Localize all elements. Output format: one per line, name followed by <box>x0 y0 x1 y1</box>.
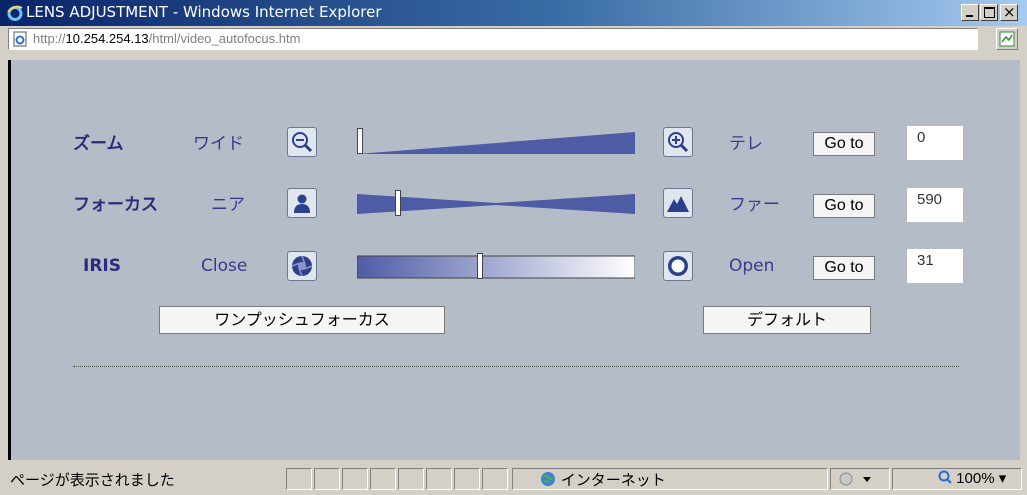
focus-label: フォーカス <box>73 195 158 215</box>
zoom-slider-thumb[interactable] <box>357 128 363 154</box>
aperture-closed-icon <box>291 255 313 277</box>
zoom-slider-track <box>357 132 635 154</box>
maximize-button[interactable] <box>980 4 998 21</box>
browser-window: LENS ADJUSTMENT - Windows Internet Explo… <box>0 0 1027 495</box>
aperture-open-icon <box>668 256 688 276</box>
status-cell <box>426 468 452 490</box>
focus-far-label: ファー <box>729 195 780 215</box>
lens-adjustment-panel: ズーム ワイド テレ Go to 0 フォーカス ニア ファー Go to 59… <box>8 60 1020 460</box>
zoom-percent: 100% <box>956 470 995 487</box>
title-bar: LENS ADJUSTMENT - Windows Internet Explo… <box>0 0 1027 26</box>
iris-label: IRIS <box>83 256 121 276</box>
zoom-level: 100% ▾ <box>938 469 1006 487</box>
maximize-icon <box>984 7 995 18</box>
iris-open-label: Open <box>729 256 775 276</box>
zone-indicator: インターネット <box>540 469 666 490</box>
divider-line <box>73 366 959 367</box>
close-button[interactable]: × <box>1000 3 1018 21</box>
magnifier-icon <box>938 470 952 484</box>
person-icon <box>294 194 310 213</box>
status-cell <box>370 468 396 490</box>
one-push-af-button[interactable]: ワンプッシュフォーカス <box>159 306 445 334</box>
iris-value-input[interactable]: 31 <box>907 249 963 283</box>
status-text: ページが表示されました <box>10 471 175 489</box>
focus-value-input[interactable]: 590 <box>907 188 963 222</box>
address-bar: http://10.254.254.13/html/video_autofocu… <box>0 26 1027 54</box>
zoom-tele-label: テレ <box>729 134 763 154</box>
focus-goto-button[interactable]: Go to <box>813 194 875 218</box>
status-bar: ページが表示されました インターネット 100% ▾ <box>0 464 1027 495</box>
zoom-goto-button[interactable]: Go to <box>813 132 875 156</box>
focus-near-label: ニア <box>211 195 245 215</box>
iris-slider-thumb[interactable] <box>477 253 483 279</box>
zoom-label: ズーム <box>73 134 124 154</box>
iris-close-button[interactable] <box>287 251 317 281</box>
status-cell <box>454 468 480 490</box>
minimize-button[interactable] <box>961 4 979 21</box>
lock-settings-icon <box>839 472 871 486</box>
iris-slider-track <box>356 255 636 279</box>
zoom-in-icon <box>668 132 689 153</box>
url-host: 10.254.254.13 <box>65 31 149 46</box>
url-text: http://10.254.254.13/html/video_autofocu… <box>33 31 300 46</box>
focus-near-button[interactable] <box>287 188 317 218</box>
status-cell <box>482 468 508 490</box>
zoom-slider[interactable] <box>357 128 635 156</box>
status-cell <box>398 468 424 490</box>
status-cell <box>342 468 368 490</box>
focus-slider[interactable] <box>357 190 635 218</box>
close-icon: × <box>1003 3 1016 21</box>
mountain-icon <box>667 196 689 212</box>
url-path: /html/video_autofocus.htm <box>148 31 301 46</box>
focus-far-button[interactable] <box>663 188 693 218</box>
zoom-out-icon <box>292 132 313 153</box>
url-prefix: http:// <box>33 31 66 46</box>
iris-goto-button[interactable]: Go to <box>813 256 875 280</box>
status-cell <box>286 468 312 490</box>
page-icon <box>13 31 27 47</box>
status-cell <box>314 468 340 490</box>
iris-open-button[interactable] <box>663 251 693 281</box>
ie-logo-icon <box>7 5 23 21</box>
zoom-wide-button[interactable] <box>287 127 317 157</box>
zoom-value-input[interactable]: 0 <box>907 126 963 160</box>
globe-icon <box>541 472 555 486</box>
iris-close-label: Close <box>201 256 248 276</box>
minimize-icon <box>966 15 973 17</box>
zoom-wide-label: ワイド <box>193 134 244 154</box>
compatibility-view-button[interactable] <box>996 28 1018 50</box>
compatibility-icon <box>999 31 1015 47</box>
iris-slider[interactable] <box>356 253 636 281</box>
zone-label: インターネット <box>560 471 666 489</box>
protected-mode-cell[interactable] <box>830 468 890 490</box>
focus-slider-thumb[interactable] <box>395 190 401 216</box>
zoom-tele-button[interactable] <box>663 127 693 157</box>
url-field[interactable]: http://10.254.254.13/html/video_autofocu… <box>8 28 978 50</box>
default-button[interactable]: デフォルト <box>703 306 871 334</box>
window-title: LENS ADJUSTMENT - Windows Internet Explo… <box>26 3 382 21</box>
